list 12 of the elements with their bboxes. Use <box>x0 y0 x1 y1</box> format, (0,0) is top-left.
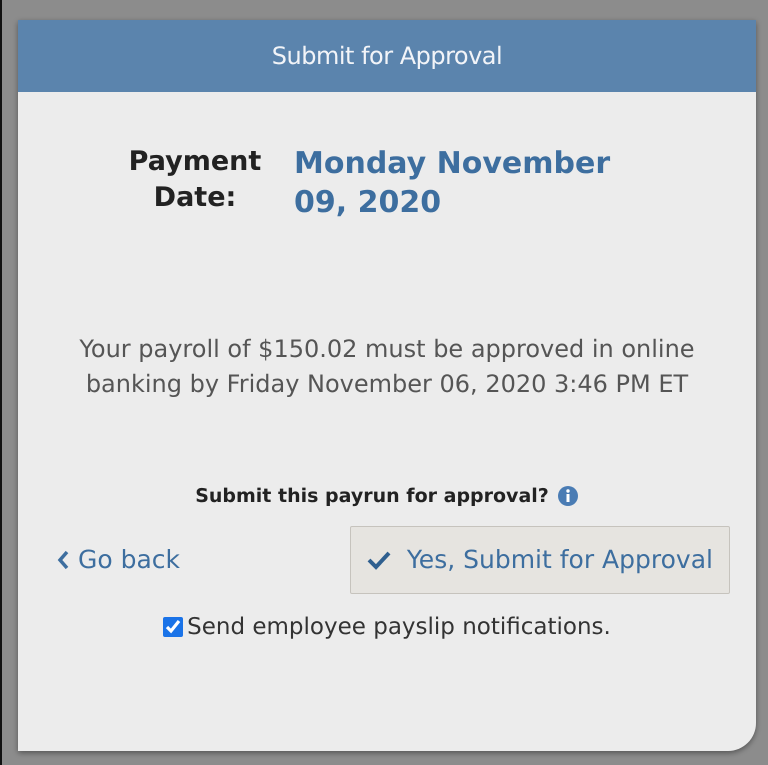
notify-label[interactable]: Send employee payslip notifications. <box>187 610 611 644</box>
dialog-title: Submit for Approval <box>272 41 502 72</box>
payment-date-value: Monday November 09, 2020 <box>294 145 612 222</box>
chevron-left-icon <box>56 548 70 571</box>
notify-checkbox[interactable] <box>163 616 184 637</box>
submit-button[interactable]: Yes, Submit for Approval <box>350 526 730 594</box>
checkmark-icon <box>366 550 391 570</box>
approval-message: Your payroll of $150.02 must be approved in online banking by Friday November 06, 2020 3:46 PM ET <box>78 334 696 400</box>
approval-question: Submit this payrun for approval? <box>195 484 549 509</box>
go-back-link[interactable]: Go back <box>56 541 180 579</box>
info-icon[interactable] <box>556 484 579 507</box>
payment-date-label: Payment Date: <box>128 145 262 216</box>
